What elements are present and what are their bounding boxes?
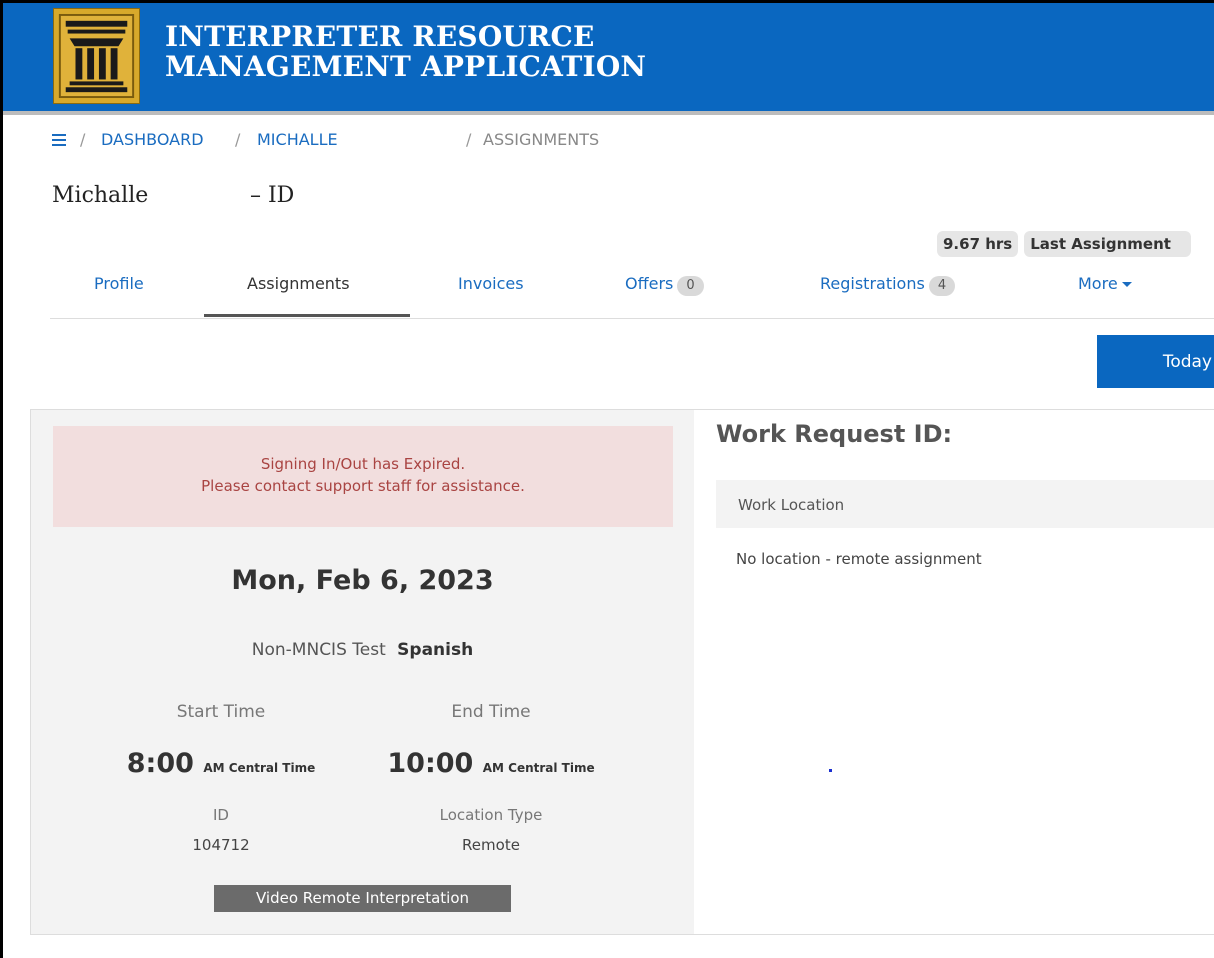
breadcrumb-separator: / <box>235 130 241 149</box>
app-title-line2: MANAGEMENT APPLICATION <box>165 50 647 83</box>
app-title-line1: INTERPRETER RESOURCE <box>165 20 595 53</box>
work-request-panel: Work Request ID: Work Location No locati… <box>694 410 1214 934</box>
today-button-label: Today <box>1162 351 1212 372</box>
today-button[interactable]: Today <box>1097 335 1214 388</box>
work-request-title: Work Request ID: <box>716 420 953 448</box>
end-time-label: End Time <box>451 702 531 722</box>
tab-registrations[interactable]: Registrations 4 <box>820 274 956 296</box>
offers-count-badge: 0 <box>677 276 704 296</box>
language: Spanish <box>397 640 474 660</box>
location-type-label: Location Type <box>439 806 543 824</box>
location-type-value: Remote <box>462 836 520 854</box>
breadcrumb-michalle[interactable]: MICHALLE <box>257 130 338 149</box>
alert-line1: Signing In/Out has Expired. <box>260 455 466 473</box>
id-block: ID 104712 <box>71 806 371 854</box>
start-time: 8:00 <box>126 748 194 779</box>
app-header: INTERPRETER RESOURCE MANAGEMENT APPLICAT… <box>3 3 1214 111</box>
end-time: 10:00 <box>387 748 474 779</box>
end-time-block: End Time <box>341 702 641 722</box>
person-first-name: Michalle <box>52 183 149 208</box>
breadcrumb-separator: / <box>80 130 86 149</box>
start-time-label: Start Time <box>176 702 266 722</box>
stats-badges: 9.67 hrs Last Assignment <box>937 231 1191 257</box>
alert-line2: Please contact support staff for assista… <box>201 477 525 495</box>
assignment-date: Mon, Feb 6, 2023 <box>231 565 494 596</box>
tab-invoices[interactable]: Invoices <box>458 274 524 293</box>
id-label: ID <box>213 806 229 824</box>
breadcrumb-dashboard[interactable]: DASHBOARD <box>101 130 204 149</box>
assignment-card: Signing In/Out has Expired. Please conta… <box>30 409 1214 935</box>
tab-registrations-label: Registrations <box>820 274 925 293</box>
tab-offers-label: Offers <box>625 274 674 293</box>
active-tab-indicator <box>204 314 410 317</box>
case-type: Non-MNCIS Test <box>251 640 386 660</box>
start-time-zone: AM Central Time <box>203 761 316 775</box>
tab-profile[interactable]: Profile <box>94 274 144 293</box>
tab-more[interactable]: More <box>1078 274 1132 293</box>
work-location-label: Work Location <box>738 496 845 514</box>
vri-badge: Video Remote Interpretation <box>214 885 511 912</box>
end-time-zone: AM Central Time <box>482 761 595 775</box>
last-assignment-badge: Last Assignment <box>1024 231 1191 257</box>
work-location-text: No location - remote assignment <box>736 550 982 568</box>
case-type-line: Non-MNCIS Test Spanish <box>31 640 694 660</box>
start-time-value: 8:00 AM Central Time <box>71 748 371 779</box>
courthouse-logo-icon[interactable] <box>53 8 140 104</box>
tab-bar: Profile Assignments Invoices Offers 0 Reg… <box>50 262 1214 319</box>
person-id-label: – ID <box>250 183 295 208</box>
hours-badge: 9.67 hrs <box>937 231 1019 257</box>
breadcrumb-separator: / <box>466 130 472 149</box>
id-value: 104712 <box>192 836 250 854</box>
assignment-summary-panel: Signing In/Out has Expired. Please conta… <box>31 410 694 934</box>
caret-down-icon <box>1121 282 1132 287</box>
hamburger-icon[interactable] <box>52 130 72 149</box>
end-time-value: 10:00 AM Central Time <box>341 748 641 779</box>
start-time-block: Start Time <box>71 702 371 722</box>
registrations-count-badge: 4 <box>928 276 956 296</box>
tab-offers[interactable]: Offers 0 <box>625 274 704 296</box>
tab-assignments[interactable]: Assignments <box>247 274 350 293</box>
tab-more-label: More <box>1078 274 1118 293</box>
location-type-block: Location Type Remote <box>341 806 641 854</box>
breadcrumb-assignments: ASSIGNMENTS <box>483 130 600 149</box>
app-title: INTERPRETER RESOURCE MANAGEMENT APPLICAT… <box>165 22 646 82</box>
work-location-header: Work Location <box>716 480 1214 528</box>
map-marker-dot <box>829 769 832 772</box>
sign-in-expired-alert: Signing In/Out has Expired. Please conta… <box>53 426 673 527</box>
header-divider <box>3 111 1214 115</box>
